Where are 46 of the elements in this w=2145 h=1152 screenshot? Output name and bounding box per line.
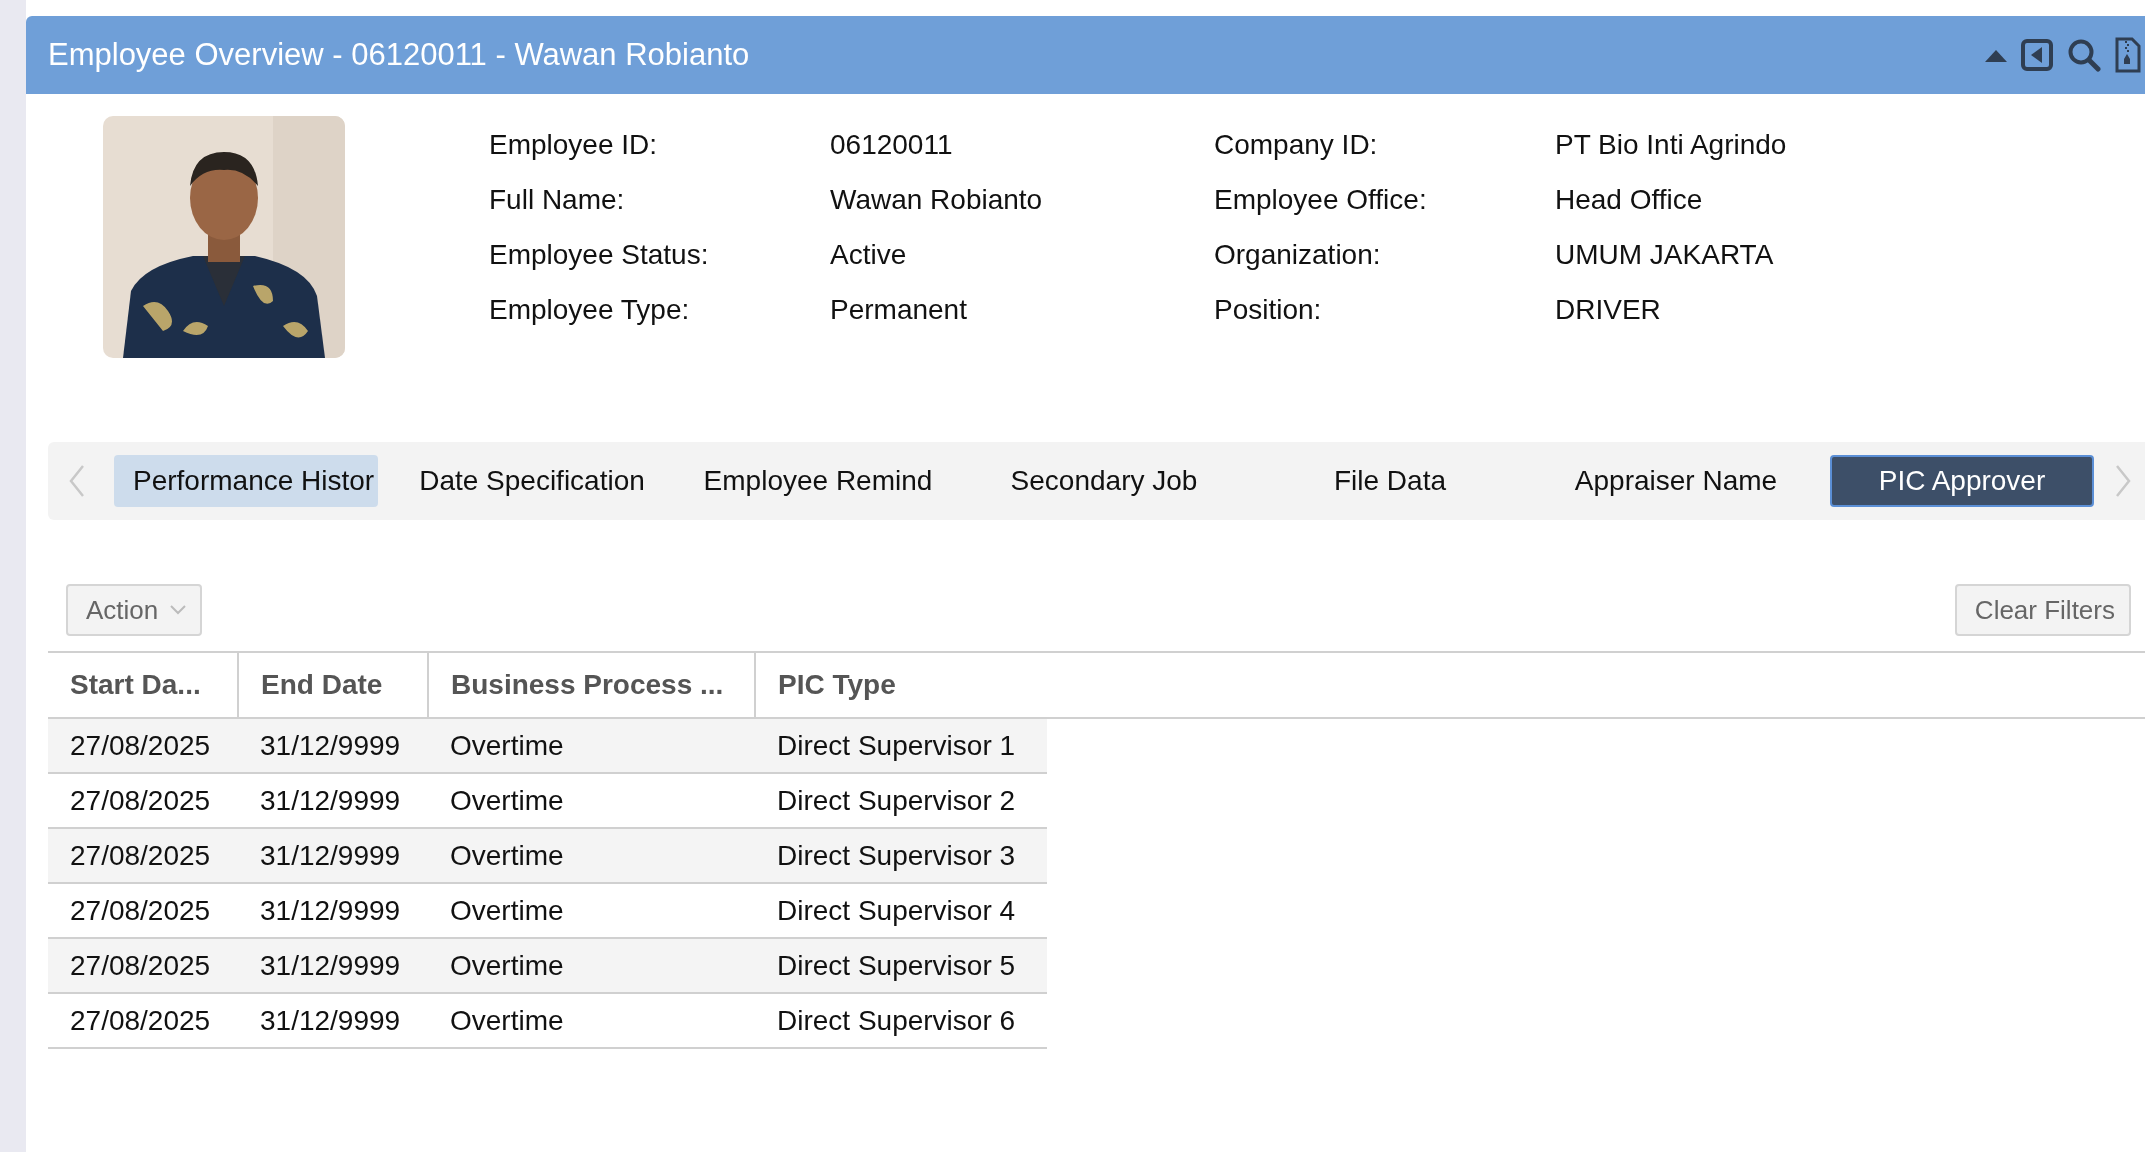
search-icon[interactable]	[2067, 38, 2101, 72]
table-cell: 31/12/9999	[238, 938, 428, 993]
field-label: Organization:	[1214, 238, 1382, 272]
collapse-caret-icon[interactable]	[1985, 48, 2007, 62]
tab[interactable]: Date Specification	[400, 455, 664, 507]
back-square-icon[interactable]	[2021, 39, 2053, 71]
tab[interactable]: File Data	[1258, 455, 1522, 507]
action-dropdown[interactable]: Action	[66, 584, 203, 636]
table-cell: Direct Supervisor 1	[755, 718, 1047, 773]
tab[interactable]: PIC Approver	[1830, 455, 2094, 507]
table-cell: Overtime	[428, 993, 755, 1048]
field-label: Employee Office:	[1214, 183, 1428, 217]
tab[interactable]: Performance Histor	[114, 455, 378, 507]
tab[interactable]: Appraiser Name	[1544, 455, 1808, 507]
field-value: 06120011	[830, 128, 954, 162]
clear-filters-button[interactable]: Clear Filters	[1954, 584, 2131, 636]
field-value: DRIVER	[1555, 293, 1662, 327]
field-value: UMUM JAKARTA	[1555, 238, 1775, 272]
table-cell: 27/08/2025	[48, 828, 238, 883]
table-cell: 31/12/9999	[238, 718, 428, 773]
table-cell: Direct Supervisor 5	[755, 938, 1047, 993]
table-cell: Overtime	[428, 828, 755, 883]
field-label: Employee Status:	[489, 238, 710, 272]
table-cell: Overtime	[428, 718, 755, 773]
chevron-down-icon	[170, 605, 187, 615]
table-cell: 27/08/2025	[48, 938, 238, 993]
field-label: Position:	[1214, 293, 1323, 327]
field-value: Active	[830, 238, 908, 272]
field-value: Permanent	[830, 293, 968, 327]
field-value: Wawan Robianto	[830, 183, 1044, 217]
table-cell: Overtime	[428, 938, 755, 993]
table-cell: 27/08/2025	[48, 718, 238, 773]
field-label: Employee Type:	[489, 293, 691, 327]
zip-file-icon[interactable]	[2115, 37, 2141, 73]
field-value: Head Office	[1555, 183, 1704, 217]
tab[interactable]: Employee Remind	[686, 455, 950, 507]
table-cell: 27/08/2025	[48, 993, 238, 1048]
tab[interactable]: Secondary Job	[972, 455, 1236, 507]
field-label: Employee ID:	[489, 128, 659, 162]
field-label: Full Name:	[489, 183, 626, 217]
table-cell: 31/12/9999	[238, 993, 428, 1048]
field-value: PT Bio Inti Agrindo	[1555, 128, 1788, 162]
field-label: Company ID:	[1214, 128, 1379, 162]
table-cell: Direct Supervisor 3	[755, 828, 1047, 883]
window-title: Employee Overview - 06120011 - Wawan Robianto	[48, 35, 751, 74]
table-cell: 31/12/9999	[238, 828, 428, 883]
